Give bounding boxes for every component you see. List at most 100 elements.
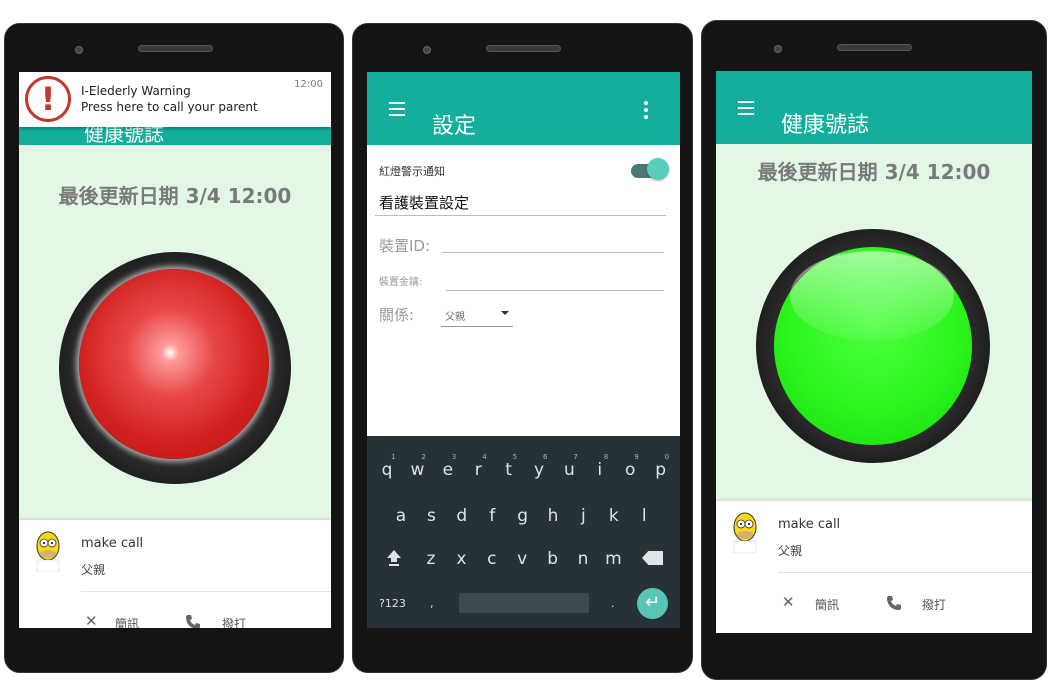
key-g[interactable]: g [512, 506, 534, 526]
key-o[interactable]: o [619, 460, 641, 480]
divider [81, 591, 331, 592]
symbols-key[interactable]: ?123 [379, 597, 406, 610]
comma-key[interactable]: , [430, 597, 434, 610]
dismiss-button[interactable]: 簡訊 [115, 615, 139, 628]
key-hint: 2 [421, 453, 426, 461]
call-button[interactable]: 撥打 [922, 596, 946, 613]
key-r[interactable]: r [467, 460, 489, 480]
camera [423, 46, 431, 54]
avatar-icon [733, 512, 757, 553]
red-light-alert-label: 紅燈警示通知 [379, 165, 445, 178]
key-s[interactable]: s [420, 506, 442, 526]
last-update-date: 最後更新日期 3/4 12:00 [757, 160, 991, 184]
key-q[interactable]: q [376, 460, 398, 480]
soft-keyboard: q1 w2 e3 r4 t5 y6 u7 i8 o9 p0 asdfghjkl zxcvbnm ?… [367, 436, 680, 628]
appbar-title: 健康號誌 [781, 113, 870, 138]
key-hint: 3 [451, 453, 457, 461]
call-card: make call 父親 ✕ 簡訊 撥打 [19, 520, 331, 628]
key-v[interactable]: v [511, 549, 533, 569]
space-key[interactable] [459, 593, 589, 613]
call-relation: 父親 [778, 544, 803, 558]
key-hint: 5 [512, 453, 518, 461]
key-m[interactable]: m [602, 549, 624, 569]
period-key[interactable]: . [611, 597, 615, 610]
phone-frame-healthy: 健康號誌 最後更新日期 3/4 12:00 make call 父親 ✕ 簡訊 [701, 20, 1047, 680]
call-button[interactable]: 撥打 [222, 615, 246, 628]
call-card: make call 父親 ✕ 簡訊 撥打 [716, 501, 1032, 633]
phone-frame-settings: 設定 紅燈警示通知 看護裝置設定 裝置ID: 裝置金鑰: 關係: 父親 q1 w2… [352, 23, 693, 673]
shift-icon[interactable] [386, 549, 402, 567]
device-key-field[interactable] [446, 290, 664, 291]
relation-value: 父親 [445, 312, 465, 323]
speaker-grille [138, 45, 213, 52]
device-key-label: 裝置金鑰: [379, 277, 423, 288]
camera [75, 46, 83, 54]
key-k[interactable]: k [603, 506, 625, 526]
backspace-icon[interactable] [642, 551, 663, 565]
key-j[interactable]: j [572, 506, 594, 526]
section-title: 看護裝置設定 [379, 194, 470, 212]
key-f[interactable]: f [481, 506, 503, 526]
notification-title: I-Elederly Warning [81, 84, 191, 98]
key-hint: 4 [482, 453, 487, 461]
enter-icon[interactable]: ↵ [637, 588, 668, 619]
key-hint: 6 [543, 453, 548, 461]
key-hint: 7 [573, 453, 578, 461]
key-z[interactable]: z [420, 549, 442, 569]
appbar: 設定 [367, 72, 680, 145]
key-i[interactable]: i [589, 460, 611, 480]
appbar-title: 健康號誌 [84, 127, 164, 145]
close-icon[interactable]: ✕ [782, 593, 795, 611]
key-hint: 8 [603, 453, 609, 461]
device-id-field[interactable] [442, 252, 664, 253]
warning-notification[interactable]: ! I-Elederly Warning Press here to call … [19, 72, 331, 127]
light-highlight [790, 251, 954, 341]
divider [778, 572, 1032, 573]
camera [774, 45, 782, 53]
appbar: 健康號誌 [716, 71, 1032, 144]
divider [375, 215, 666, 216]
red-signal-light [79, 269, 269, 459]
key-d[interactable]: d [451, 506, 473, 526]
screen-alert: 健康號誌 ! I-Elederly Warning Press here to … [19, 72, 331, 628]
speaker-grille [486, 45, 561, 52]
screen-settings: 設定 紅燈警示通知 看護裝置設定 裝置ID: 裝置金鑰: 關係: 父親 q1 w2… [367, 72, 680, 628]
dismiss-button[interactable]: 簡訊 [815, 596, 839, 613]
key-n[interactable]: n [572, 549, 594, 569]
key-c[interactable]: c [481, 549, 503, 569]
menu-icon[interactable] [389, 102, 405, 116]
more-vert-icon[interactable] [644, 101, 648, 122]
call-relation: 父親 [81, 563, 106, 577]
switch-thumb[interactable] [647, 158, 669, 180]
device-id-label: 裝置ID: [379, 237, 431, 255]
key-x[interactable]: x [450, 549, 472, 569]
key-w[interactable]: w [406, 460, 428, 480]
phone-frame-alert: 健康號誌 ! I-Elederly Warning Press here to … [4, 23, 344, 673]
key-y[interactable]: y [528, 460, 550, 480]
key-hint: 9 [634, 453, 639, 461]
chevron-down-icon [501, 311, 509, 315]
appbar-behind-notification: 健康號誌 [19, 127, 331, 145]
call-name: make call [778, 517, 841, 532]
key-hint: 0 [664, 453, 670, 461]
notification-text: Press here to call your parent [81, 100, 258, 114]
notification-time: 12:00 [294, 79, 323, 90]
avatar-icon [36, 531, 60, 572]
key-p[interactable]: p [650, 460, 672, 480]
close-icon[interactable]: ✕ [85, 612, 98, 628]
key-t[interactable]: t [498, 460, 520, 480]
key-b[interactable]: b [542, 549, 564, 569]
key-a[interactable]: a [390, 506, 412, 526]
key-u[interactable]: u [558, 460, 580, 480]
key-e[interactable]: e [437, 460, 459, 480]
relation-dropdown[interactable]: 父親 [441, 305, 513, 327]
key-l[interactable]: l [633, 506, 655, 526]
key-h[interactable]: h [542, 506, 564, 526]
screen-healthy: 健康號誌 最後更新日期 3/4 12:00 make call 父親 ✕ 簡訊 [716, 71, 1032, 633]
relation-label: 關係: [379, 306, 415, 324]
warning-icon: ! [25, 76, 71, 122]
phone-icon[interactable] [185, 614, 201, 628]
menu-icon[interactable] [738, 101, 754, 115]
call-name: make call [81, 536, 144, 551]
phone-icon[interactable] [886, 595, 902, 611]
